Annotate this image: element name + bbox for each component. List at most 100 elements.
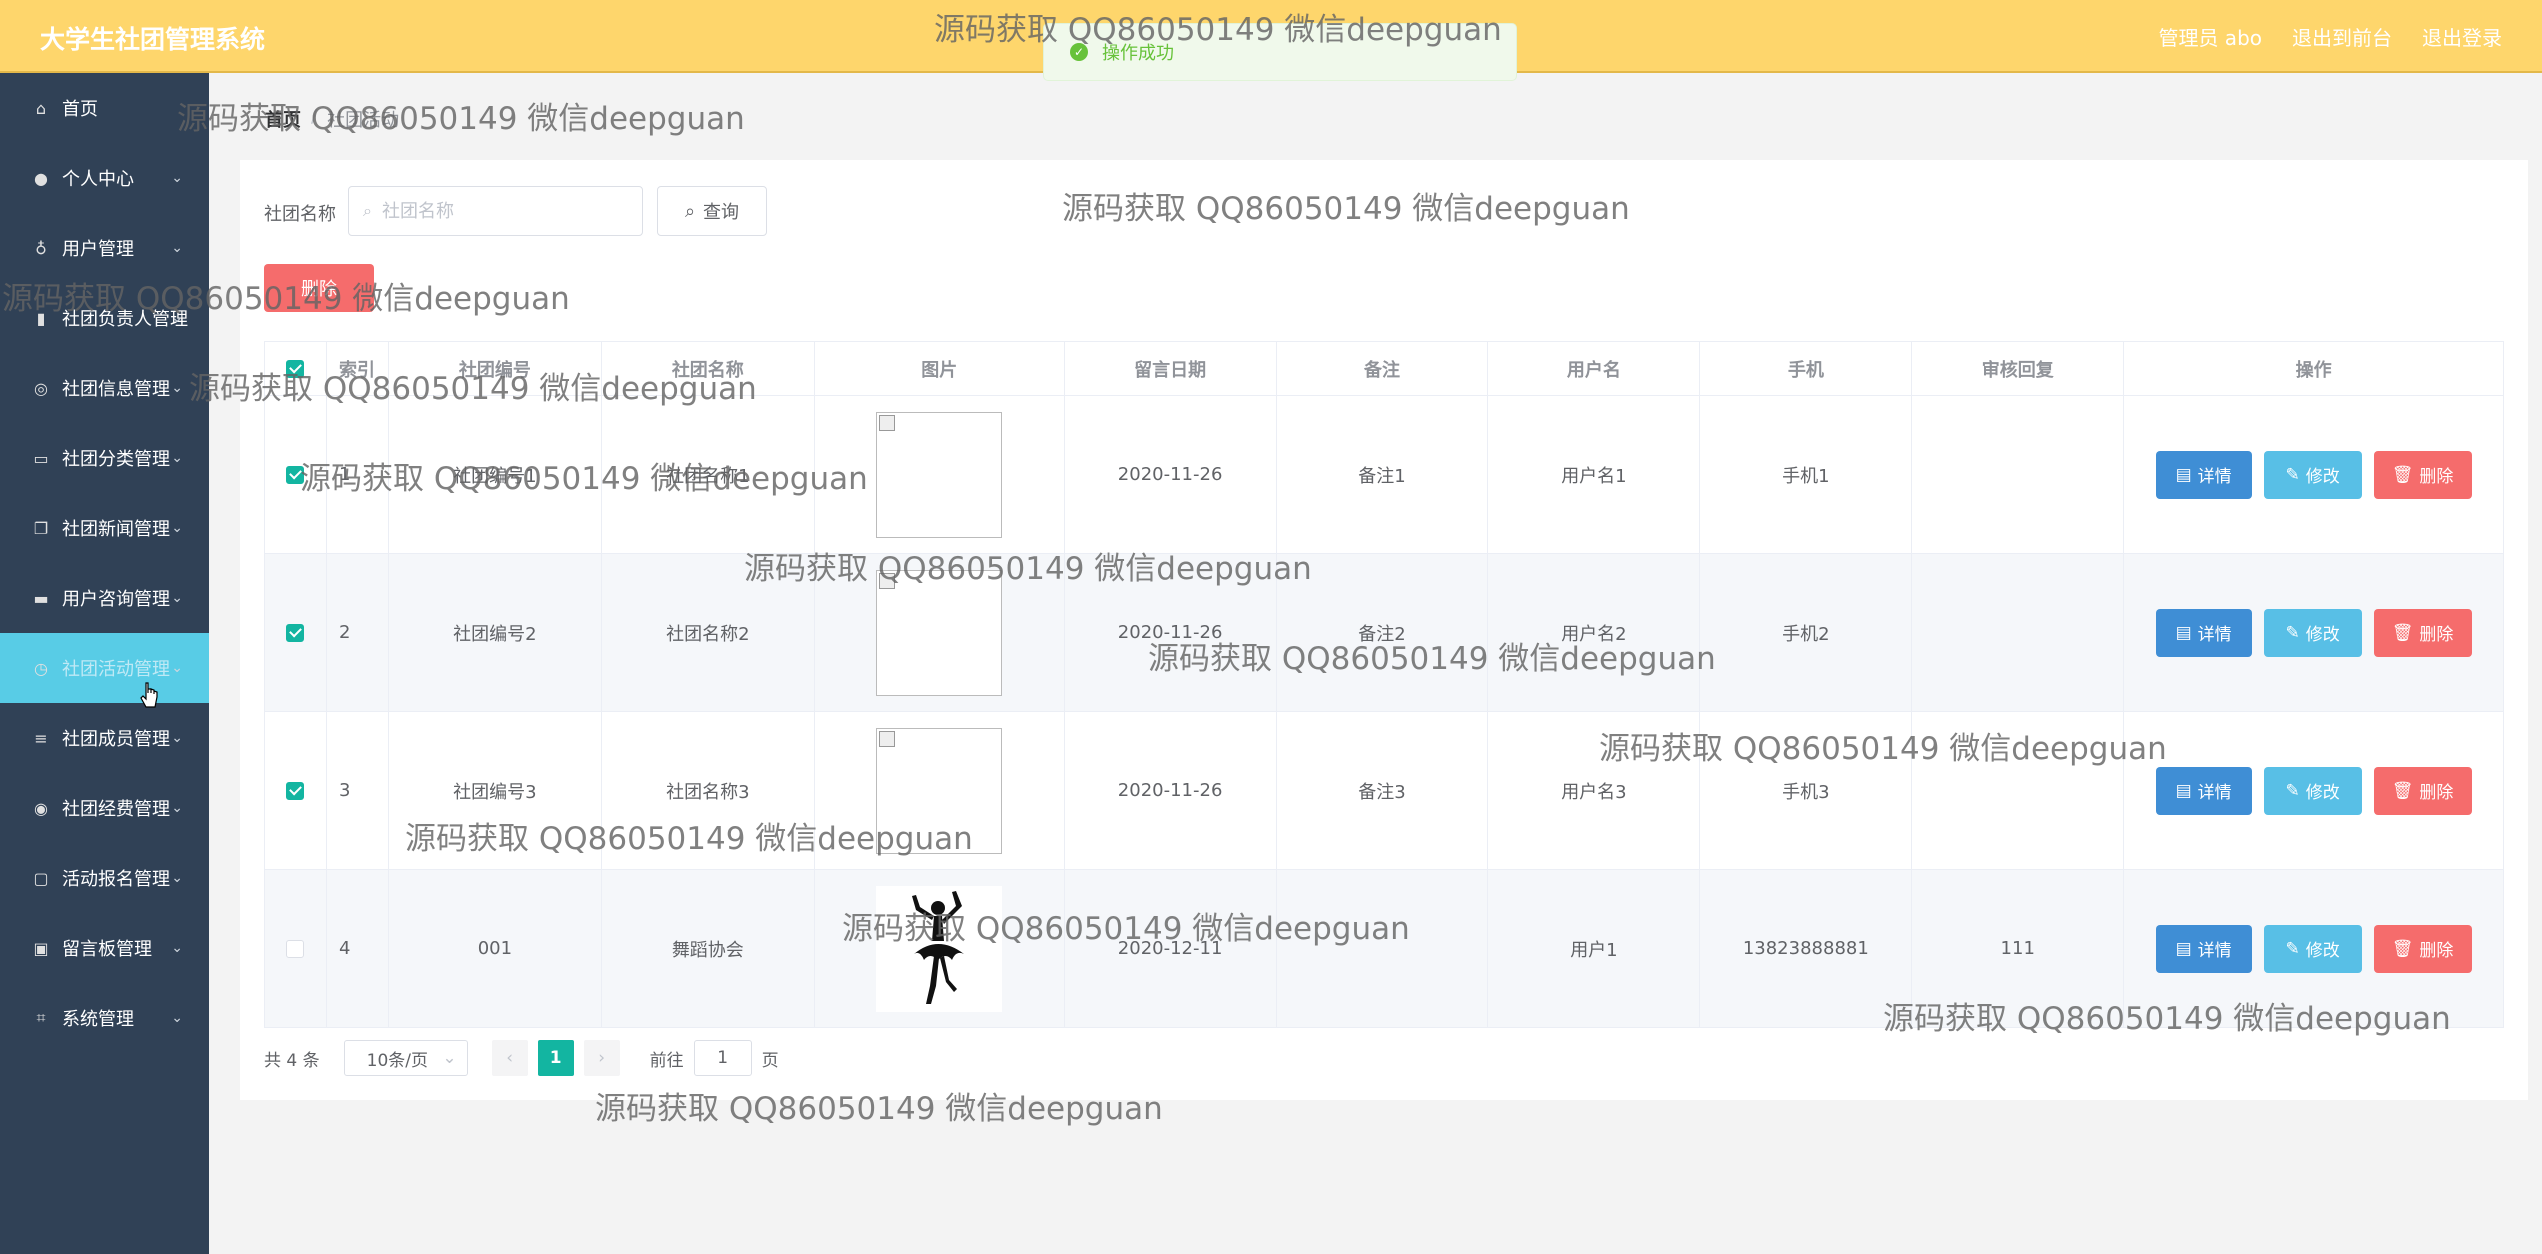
detail-label: 详情	[2197, 467, 2232, 487]
cell-reply	[1912, 396, 2125, 553]
broken-image-icon	[879, 414, 896, 431]
pencil-icon: ✎	[2285, 780, 2300, 801]
breadcrumb-home[interactable]: 首页	[265, 106, 301, 132]
edit-button[interactable]: ✎ 修改	[2263, 450, 2362, 499]
breadcrumb-current: 社团活动	[327, 110, 400, 131]
sidebar-item-club-news[interactable]: ❐ 社团新闻管理 ⌄	[0, 493, 209, 563]
row-checkbox[interactable]	[286, 623, 305, 642]
delete-button[interactable]: 🗑 删除	[2373, 450, 2472, 499]
search-label: 社团名称	[264, 204, 336, 225]
detail-button[interactable]: ▤ 详情	[2155, 608, 2252, 657]
sidebar-item-profile[interactable]: ● 个人中心 ⌄	[0, 143, 209, 213]
row-checkbox[interactable]	[286, 781, 305, 800]
message-icon: ▢	[33, 868, 49, 888]
cell-name: 社团名称3	[602, 712, 815, 869]
sidebar-item-label: 社团活动管理	[62, 659, 170, 680]
chevron-down-icon: ⌄	[171, 800, 183, 816]
detail-button[interactable]: ▤ 详情	[2155, 766, 2252, 815]
row-select-cell	[265, 396, 327, 553]
edit-button[interactable]: ✎ 修改	[2263, 924, 2362, 973]
sidebar-item-club-info[interactable]: ◎ 社团信息管理 ⌄	[0, 353, 209, 423]
column-header: 备注	[1276, 342, 1489, 395]
goto-page-input[interactable]	[693, 1040, 752, 1076]
edit-button[interactable]: ✎ 修改	[2263, 608, 2362, 657]
pencil-icon: ✎	[2285, 464, 2300, 485]
cell-ops: ▤ 详情 ✎ 修改 🗑 删除	[2124, 396, 2505, 553]
search-input[interactable]	[381, 200, 622, 222]
table-row: 3 社团编号3 社团名称3 2020-11-26 备注3 用户名3 手机3 ▤ 详…	[265, 712, 2505, 870]
chat-icon: ▬	[33, 588, 49, 608]
cell-image	[815, 712, 1065, 869]
page-suffix: 页	[761, 1050, 779, 1071]
batch-delete-button[interactable]: 删除	[264, 264, 374, 312]
broken-image-icon	[879, 730, 896, 747]
cell-username: 用户名2	[1488, 554, 1701, 711]
mic-icon: ♁	[35, 238, 47, 258]
cell-name: 社团名称1	[602, 396, 815, 553]
search-button[interactable]: ⌕ 查询	[657, 186, 767, 236]
cell-phone: 手机2	[1700, 554, 1913, 711]
edit-label: 修改	[2305, 467, 2340, 487]
cell-username: 用户名1	[1488, 396, 1701, 553]
sidebar-item-signup[interactable]: ▢ 活动报名管理 ⌄	[0, 843, 209, 913]
cell-code: 社团编号3	[389, 712, 602, 869]
column-header: 索引	[326, 342, 389, 395]
sidebar-item-activities[interactable]: ◷ 社团活动管理 ⌄	[0, 633, 209, 703]
chevron-down-icon: ⌄	[171, 1010, 183, 1026]
detail-button[interactable]: ▤ 详情	[2155, 450, 2252, 499]
sidebar: ⌂ 首页 ● 个人中心 ⌄ ♁ 用户管理 ⌄ ▮ 社团负责人管理 ⌄ ◎ 社团信…	[0, 73, 209, 1254]
pencil-icon: ✎	[2285, 938, 2300, 959]
sidebar-item-guestbook[interactable]: ▣ 留言板管理 ⌄	[0, 913, 209, 983]
sidebar-item-label: 社团分类管理	[62, 449, 170, 470]
cell-username: 用户名3	[1488, 712, 1701, 869]
mouse-pointer-icon	[140, 682, 158, 708]
sidebar-item-members[interactable]: ≡ 社团成员管理 ⌄	[0, 703, 209, 773]
select-all-checkbox[interactable]	[286, 359, 305, 378]
delete-label: 删除	[2419, 467, 2454, 487]
search-button-label: 查询	[703, 202, 740, 223]
app-title: 大学生社团管理系统	[40, 25, 266, 54]
sidebar-item-label: 活动报名管理	[62, 869, 170, 890]
page-size-select[interactable]: 10条/页 ⌄	[343, 1040, 468, 1076]
sidebar-item-club-category[interactable]: ▭ 社团分类管理 ⌄	[0, 423, 209, 493]
user-label: 管理员 abo	[2158, 26, 2262, 50]
chevron-down-icon: ⌄	[171, 590, 183, 606]
watermark-text: 源码获取 QQ86050149 微信deepguan	[177, 101, 745, 137]
logout-link[interactable]: 退出登录	[2422, 22, 2502, 51]
detail-button[interactable]: ▤ 详情	[2155, 924, 2252, 973]
table-row: 4 001 舞蹈协会 2020-12-11 用户1 13823888881 11…	[265, 870, 2505, 1028]
trash-icon: 🗑	[2391, 780, 2414, 801]
cell-note: 备注3	[1277, 712, 1489, 869]
sidebar-item-users[interactable]: ♁ 用户管理 ⌄	[0, 213, 209, 283]
circle-icon: ◎	[34, 378, 48, 398]
cell-username: 用户1	[1488, 870, 1701, 1027]
delete-button[interactable]: 🗑 删除	[2373, 924, 2472, 973]
cell-reply	[1912, 554, 2125, 711]
cell-ops: ▤ 详情 ✎ 修改 🗑 删除	[2124, 712, 2505, 869]
next-page-button[interactable]: ›	[583, 1040, 620, 1076]
breadcrumb: 首页 / 社团活动	[265, 106, 399, 132]
delete-label: 删除	[2419, 625, 2454, 645]
sidebar-item-leaders[interactable]: ▮ 社团负责人管理 ⌄	[0, 283, 209, 353]
sidebar-item-system[interactable]: ⌗ 系统管理 ⌄	[0, 983, 209, 1053]
edit-button[interactable]: ✎ 修改	[2263, 766, 2362, 815]
prev-page-button[interactable]: ‹	[491, 1040, 528, 1076]
sidebar-item-home[interactable]: ⌂ 首页	[0, 73, 209, 143]
delete-button[interactable]: 🗑 删除	[2373, 766, 2472, 815]
cell-name: 舞蹈协会	[601, 870, 815, 1027]
front-link[interactable]: 退出到前台	[2292, 22, 2392, 51]
search-field[interactable]: ⌕	[348, 186, 643, 236]
row-checkbox[interactable]	[286, 465, 305, 484]
cell-phone: 手机3	[1700, 712, 1913, 869]
row-select-cell	[265, 554, 327, 711]
sidebar-item-consult[interactable]: ▬ 用户咨询管理 ⌄	[0, 563, 209, 633]
page-number-current[interactable]: 1	[537, 1040, 574, 1076]
row-checkbox[interactable]	[286, 939, 305, 958]
row-select-cell	[265, 712, 327, 869]
chevron-down-icon: ⌄	[171, 660, 183, 676]
sidebar-item-funds[interactable]: ◉ 社团经费管理 ⌄	[0, 773, 209, 843]
delete-button[interactable]: 🗑 删除	[2373, 608, 2472, 657]
copy-icon: ❐	[33, 518, 49, 538]
column-header: 操作	[2124, 342, 2505, 395]
chevron-down-icon: ⌄	[171, 520, 183, 536]
